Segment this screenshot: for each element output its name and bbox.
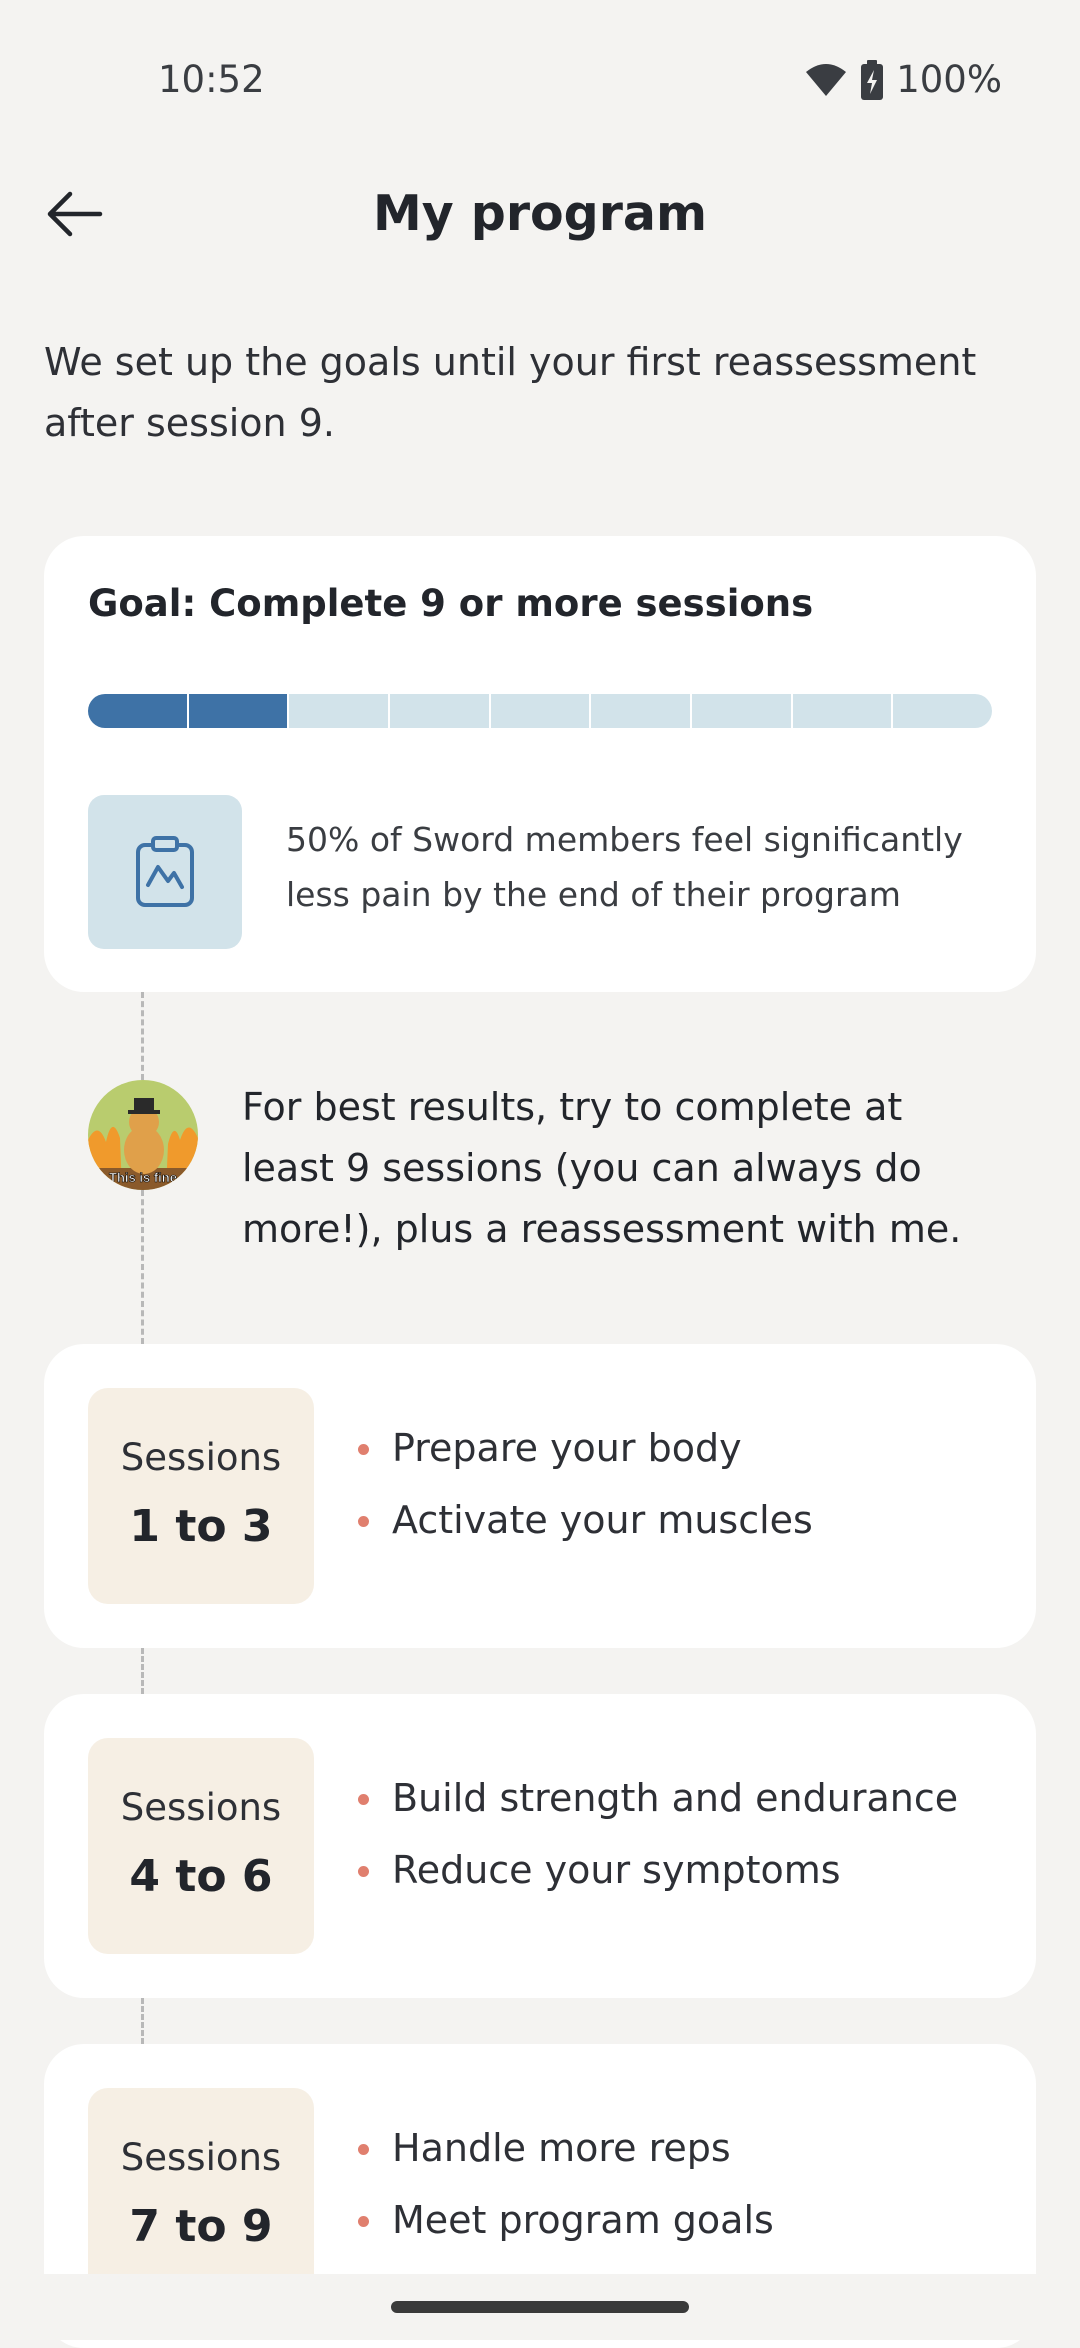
phase-goals-list: Build strength and endurance Reduce your…	[356, 1768, 996, 1912]
status-icons: 100%	[804, 58, 1002, 101]
phase-goal-item: Build strength and endurance	[356, 1768, 996, 1829]
phase-goal-item: Prepare your body	[356, 1418, 996, 1479]
wifi-icon	[806, 63, 847, 96]
coach-avatar: This is fine	[88, 1080, 198, 1190]
progress-segment-remaining	[692, 694, 791, 728]
timeline-connector	[141, 1190, 144, 1344]
session-tag-label: Sessions	[120, 1786, 282, 1829]
goal-card: Goal: Complete 9 or more sessions 50% of…	[44, 536, 1036, 992]
progress-segment-remaining	[591, 694, 691, 728]
home-indicator[interactable]	[391, 2301, 689, 2313]
progress-segment-remaining	[490, 694, 590, 728]
progress-segment-remaining	[289, 694, 389, 728]
session-tag-range: 7 to 9	[129, 2201, 273, 2252]
phase-goals-list: Handle more reps Meet program goals	[356, 2118, 996, 2262]
goal-progress-bar	[88, 694, 992, 728]
progress-segment-remaining	[893, 694, 992, 728]
page-title: My program	[372, 185, 708, 242]
timeline-connector	[141, 992, 144, 1080]
progress-segment-remaining	[390, 694, 489, 728]
progress-segment-complete	[88, 694, 187, 728]
phase-goals-list: Prepare your body Activate your muscles	[356, 1418, 996, 1562]
session-phase-card: Sessions 4 to 6 Build strength and endur…	[44, 1694, 1036, 1998]
session-tag-label: Sessions	[120, 2136, 282, 2179]
battery-percent: 100%	[896, 58, 1002, 101]
session-tag-label: Sessions	[120, 1436, 282, 1479]
coach-message: For best results, try to complete at lea…	[242, 1085, 962, 1251]
phase-goal-item: Reduce your symptoms	[356, 1840, 996, 1901]
status-time: 10:52	[158, 58, 265, 101]
session-tag: Sessions 1 to 3	[88, 1388, 314, 1604]
battery-charging-icon	[861, 59, 884, 100]
app-bar: My program	[0, 170, 1080, 260]
stat-text: 50% of Sword members feel significantly …	[286, 820, 963, 914]
session-tag-range: 4 to 6	[129, 1851, 273, 1902]
phase-goal-item: Handle more reps	[356, 2118, 996, 2179]
phase-goal-item: Meet program goals	[356, 2190, 996, 2251]
status-bar: 10:52 100%	[0, 0, 1080, 150]
progress-segment-remaining	[792, 694, 892, 728]
timeline-connector	[141, 1648, 144, 1694]
intro-text: We set up the goals until your first rea…	[44, 340, 977, 445]
progress-segment-complete	[188, 694, 288, 728]
phase-goal-item: Activate your muscles	[356, 1490, 996, 1551]
timeline-connector	[141, 1998, 144, 2044]
session-tag: Sessions 7 to 9	[88, 2088, 314, 2304]
avatar-caption: This is fine	[109, 1170, 177, 1185]
session-tag-range: 1 to 3	[129, 1501, 273, 1552]
goal-title: Goal: Complete 9 or more sessions	[88, 582, 814, 625]
clipboard-chart-icon	[136, 836, 194, 907]
session-tag: Sessions 4 to 6	[88, 1738, 314, 1954]
session-phase-card: Sessions 1 to 3 Prepare your body Activa…	[44, 1344, 1036, 1648]
stat-icon-box	[88, 795, 242, 949]
